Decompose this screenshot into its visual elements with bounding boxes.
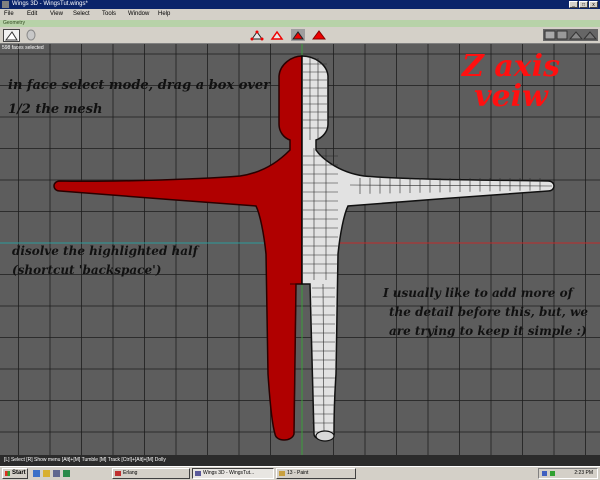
help-text: [L] Select [R] Show menu [Alt]+[M] Tumbl…	[4, 457, 166, 463]
annotation-3-line-2: the detail before this, but, we	[389, 305, 588, 319]
paint-icon	[279, 471, 285, 476]
task-wings3d[interactable]: Wings 3D - WingsTut...	[192, 468, 274, 479]
clock: 2:23 PM	[574, 470, 593, 476]
annotation-1-line-1: in face select mode, drag a box over	[8, 78, 271, 93]
edge-mode-icon	[270, 30, 284, 40]
shaded-view-button[interactable]	[3, 29, 20, 42]
vertex-mode-icon	[250, 30, 264, 41]
window-controls: _ □ x	[569, 1, 598, 8]
annotation-3-line-3: are trying to keep it simple :)	[389, 324, 587, 338]
start-label: Start	[12, 470, 26, 476]
edge-mode-button[interactable]	[270, 29, 284, 41]
desktop-quicklaunch-icon[interactable]	[53, 470, 60, 477]
annotation-2-line-2: (shortcut 'backspace')	[12, 263, 162, 277]
window-titlebar: Wings 3D - WingsTut.wings* _ □ x	[0, 0, 600, 9]
annotation-2-line-1: disolve the highlighted half	[12, 244, 198, 258]
body-mode-button[interactable]	[312, 29, 326, 41]
view-heading: Z axis veiw	[446, 52, 576, 112]
selection-status: 598 faces selected	[2, 45, 44, 51]
erlang-icon	[115, 471, 121, 476]
task-paint-label: 13 - Paint	[287, 470, 309, 476]
wings-app-icon	[2, 1, 9, 8]
face-mode-button[interactable]	[291, 29, 305, 41]
geometry-viewport[interactable]: 598 faces selected Z axis veiw in face s…	[0, 44, 600, 455]
tray-status-icon[interactable]	[550, 471, 555, 476]
folder-quicklaunch-icon[interactable]	[43, 470, 50, 477]
view-mode-icons	[544, 30, 598, 40]
task-erlang[interactable]: Erlang	[112, 468, 190, 479]
view-buttons-group[interactable]	[543, 29, 598, 41]
annotation-select-half: in face select mode, drag a box over 1/2…	[8, 74, 270, 122]
menu-tools[interactable]: Tools	[102, 9, 116, 20]
windows-logo-icon	[5, 471, 10, 476]
face-mode-icon	[292, 31, 304, 40]
os-taskbar: Start Erlang Wings 3D - WingsTut... 13 -…	[0, 466, 600, 480]
menu-select[interactable]: Select	[73, 9, 90, 20]
geometry-titlebar: Geometry	[0, 20, 600, 27]
wings-task-icon	[195, 471, 201, 476]
app-quicklaunch-icon[interactable]	[63, 470, 70, 477]
foot-cap	[315, 430, 335, 442]
task-paint[interactable]: 13 - Paint	[276, 468, 356, 479]
menu-edit[interactable]: Edit	[27, 9, 37, 20]
maximize-button[interactable]: □	[579, 1, 588, 8]
shaded-cube-icon	[5, 31, 18, 41]
smooth-preview-button[interactable]	[24, 29, 38, 41]
annotation-1-line-2: 1/2 the mesh	[8, 102, 103, 117]
annotation-detail-note: I usually like to add more of the detail…	[383, 284, 598, 341]
help-bar: [L] Select [R] Show menu [Alt]+[M] Tumbl…	[0, 455, 600, 466]
mesh-wireframe	[303, 58, 553, 433]
body-mode-icon	[312, 30, 326, 40]
view-heading-line-2: veiw	[474, 79, 548, 114]
geometry-label: Geometry	[3, 20, 25, 26]
window-title: Wings 3D - WingsTut.wings*	[12, 1, 88, 7]
task-wings3d-label: Wings 3D - WingsTut...	[203, 470, 255, 476]
smooth-sphere-icon	[26, 29, 36, 41]
menu-bar: File Edit View Select Tools Window Help	[0, 9, 600, 20]
start-button[interactable]: Start	[2, 468, 28, 479]
tray-network-icon[interactable]	[542, 471, 547, 476]
menu-view[interactable]: View	[50, 9, 63, 20]
annotation-3-line-1: I usually like to add more of	[383, 286, 573, 300]
annotation-dissolve: disolve the highlighted half (shortcut '…	[12, 242, 198, 280]
menu-help[interactable]: Help	[158, 9, 170, 20]
menu-file[interactable]: File	[4, 9, 14, 20]
menu-window[interactable]: Window	[128, 9, 149, 20]
minimize-button[interactable]: _	[569, 1, 578, 8]
view-heading-line-1: Z axis	[462, 49, 560, 84]
vertex-mode-button[interactable]	[250, 29, 264, 41]
close-button[interactable]: x	[589, 1, 598, 8]
system-tray: 2:23 PM	[538, 468, 598, 479]
ie-quicklaunch-icon[interactable]	[33, 470, 40, 477]
task-erlang-label: Erlang	[123, 470, 138, 476]
toolbar	[0, 27, 600, 44]
